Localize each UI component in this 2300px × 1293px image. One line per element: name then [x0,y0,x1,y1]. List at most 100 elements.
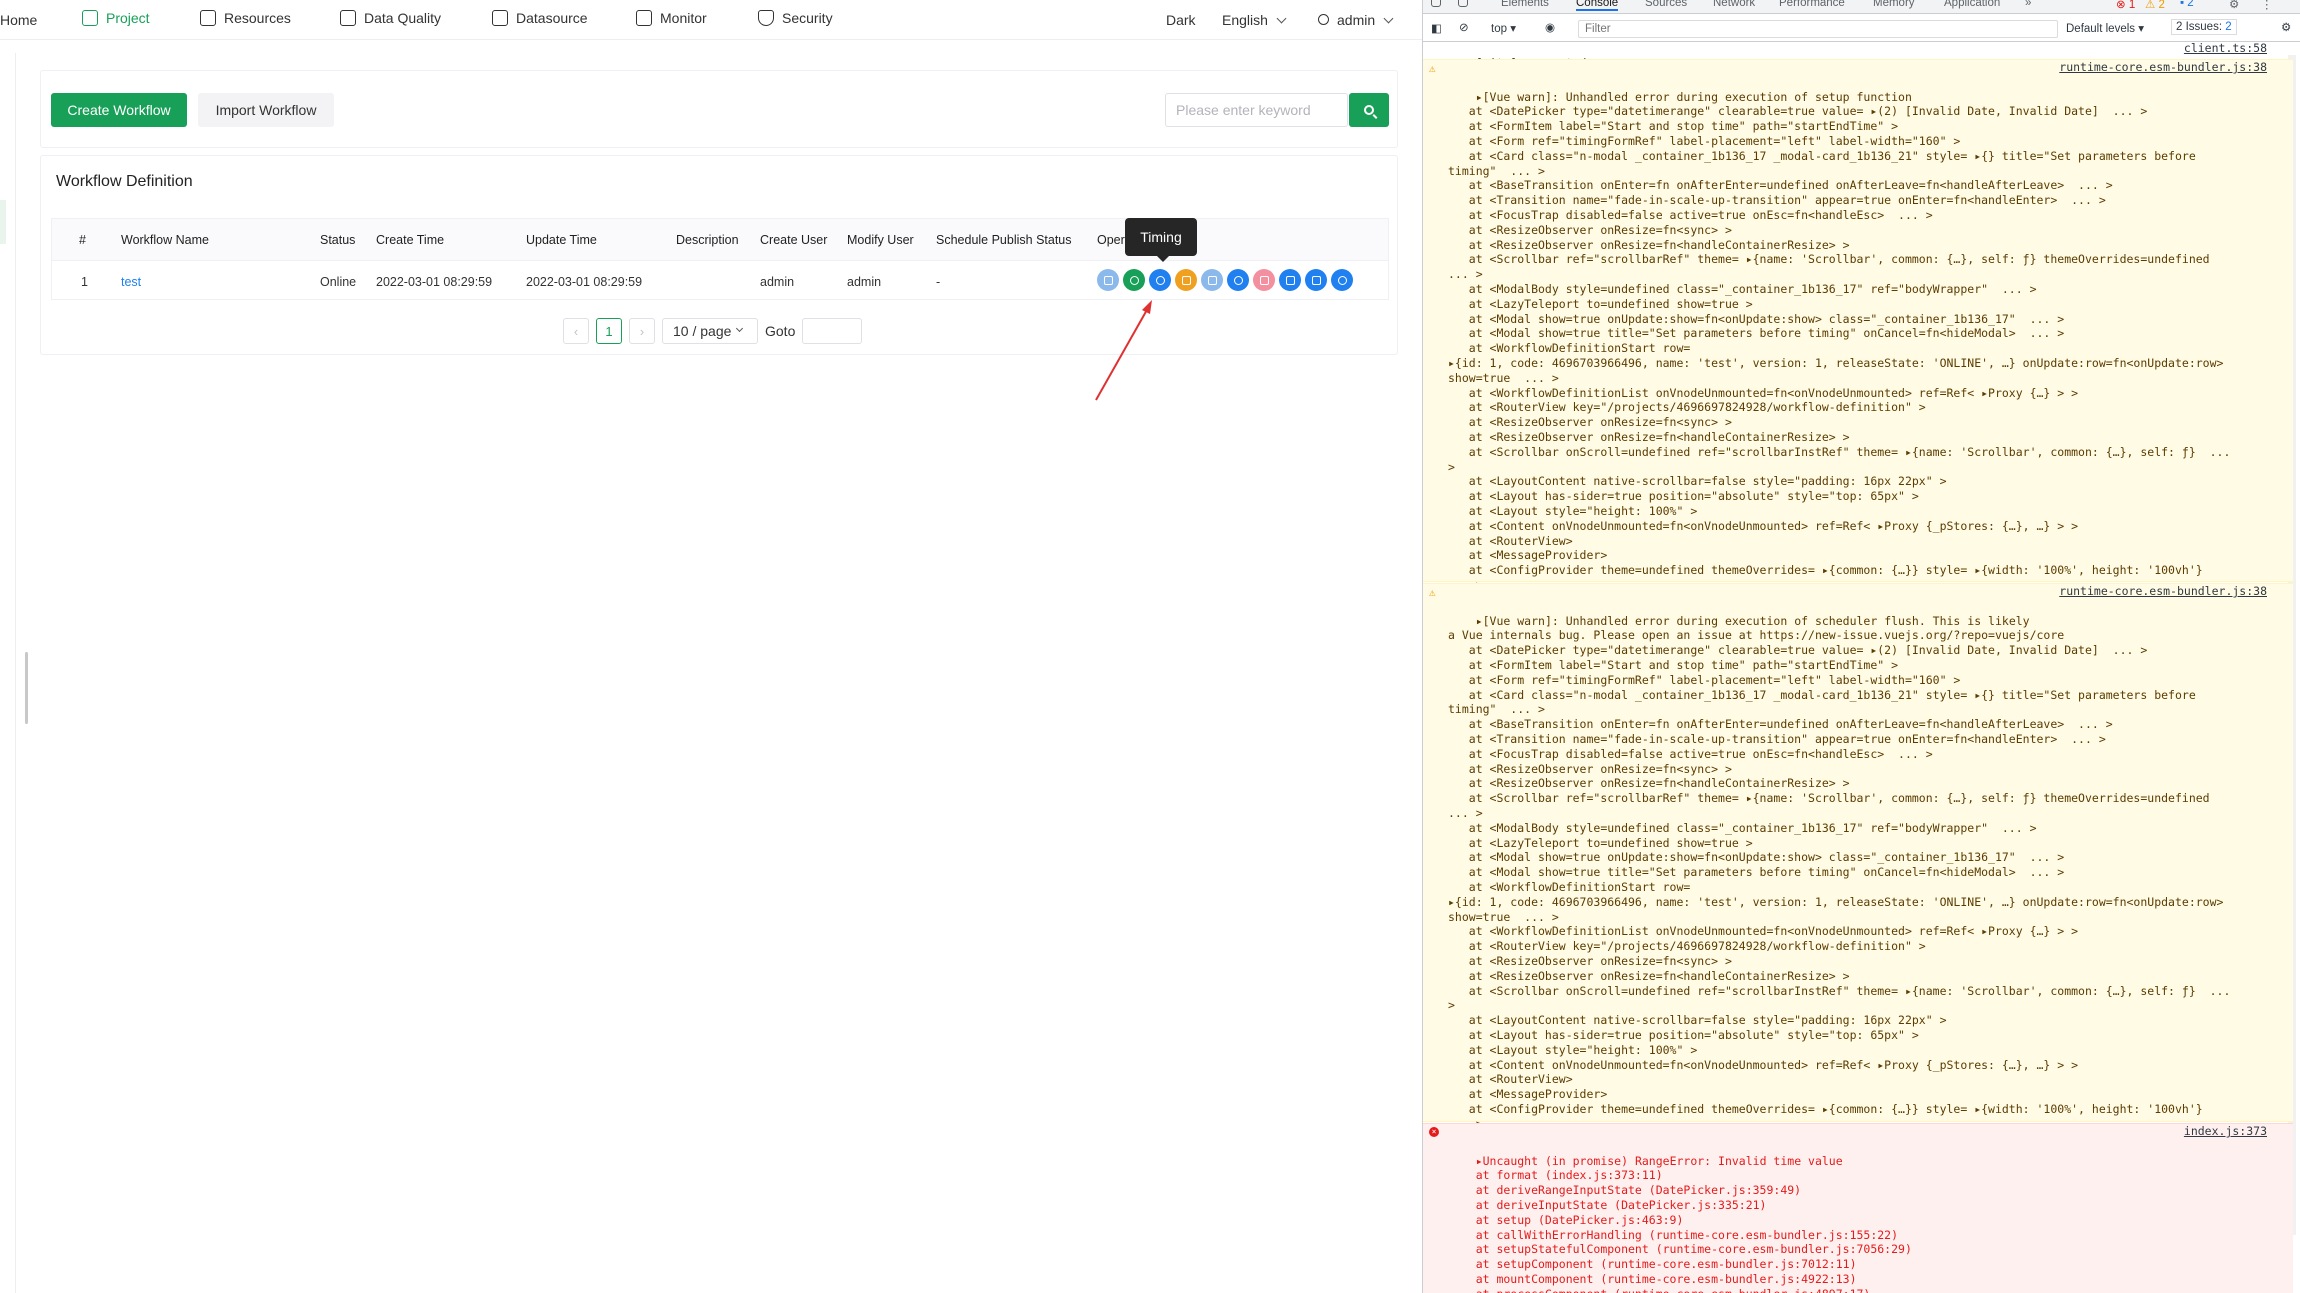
goto-input[interactable] [802,318,863,344]
error-source-link[interactable]: index.js:373 [2184,1124,2267,1139]
folder-icon [200,10,216,26]
info-counter[interactable]: ▪ 2 [2180,0,2194,9]
tab-console[interactable]: Console [1576,0,1619,11]
prev-page-button[interactable]: ‹ [563,318,589,344]
error-text: ▸Uncaught (in promise) RangeError: Inval… [1475,1153,1912,1293]
console-filter-input[interactable] [1578,20,2058,38]
version-button[interactable] [1331,269,1353,291]
user-name: admin [1337,12,1376,28]
database-icon [492,10,508,26]
search-button[interactable] [1349,93,1389,127]
nav-home[interactable]: Home [0,12,37,28]
context-select[interactable]: top ▾ [1491,21,1516,35]
warning-icon: ⚠ [1429,586,1436,599]
nav-security[interactable]: Security [758,10,833,26]
eye-icon[interactable]: ◉ [1545,20,1555,34]
export-button[interactable] [1305,269,1327,291]
chevron-down-icon [1276,13,1287,24]
next-page-button[interactable]: › [629,318,655,344]
table-cell: admin [847,275,882,289]
table-cell: - [936,275,941,289]
warning-counter[interactable]: ⚠ 2 [2145,0,2165,11]
more-tabs-icon[interactable]: » [2025,0,2031,9]
tab-performance[interactable]: Performance [1779,0,1845,9]
column-header: Modify User [847,233,914,247]
import-workflow-button[interactable]: Import Workflow [198,93,334,127]
log-levels-label: Default levels [2066,23,2136,35]
column-header: Status [320,233,356,247]
tree-view-button[interactable] [1279,269,1301,291]
clear-console-icon[interactable]: ⊘ [1459,20,1469,34]
export-icon [1311,275,1321,285]
clock-icon [1233,275,1243,285]
inspect-icon[interactable] [1431,0,1441,7]
app-window: Home Project Resources Data Quality Data… [0,0,1422,1293]
theme-toggle[interactable]: Dark [1166,12,1196,28]
top-navigation: Home Project Resources Data Quality Data… [0,0,1422,40]
download-button[interactable] [1175,269,1197,291]
search-input[interactable] [1165,93,1348,127]
tab-memory[interactable]: Memory [1873,0,1915,9]
settings-icon[interactable]: ⚙ [2229,0,2239,11]
column-header: Create User [760,233,828,247]
search-icon [1364,105,1374,115]
sidebar-scrollbar[interactable] [25,652,28,724]
table-cell: 2022-03-01 08:29:59 [376,275,493,289]
warning-text: ▸[Vue warn]: Unhandled error during exec… [1448,89,2231,607]
warning-icon: ⚠ [1429,62,1436,75]
nav-monitor[interactable]: Monitor [636,10,707,26]
delete-button[interactable] [1253,269,1275,291]
copy-button[interactable] [1201,269,1223,291]
play-icon [1129,275,1139,285]
chevron-down-icon [1383,13,1394,24]
edit-button[interactable] [1097,269,1119,291]
console-warning: ⚠ ▸[Vue warn]: Unhandled error during ex… [1423,59,2293,607]
sidebar-toggle-icon[interactable]: ◧ [1431,21,1442,35]
warning-source-link[interactable]: runtime-core.esm-bundler.js:38 [2059,584,2267,599]
more-options-icon[interactable]: ⋮ [2261,0,2273,11]
language-select[interactable]: English [1222,12,1287,28]
card-title: Workflow Definition [56,173,193,190]
sidebar-active-marker [0,200,6,244]
nav-datasource[interactable]: Datasource [492,10,588,26]
page-size-select[interactable]: 10 / page [662,318,758,344]
error-counter[interactable]: ⊗ 1 [2116,0,2135,11]
error-count: 1 [2128,0,2136,11]
tree-icon [1285,275,1295,285]
nav-data-quality[interactable]: Data Quality [340,10,441,26]
log-source-link[interactable]: client.ts:58 [2184,41,2267,56]
nav-project[interactable]: Project [82,10,150,26]
language-label: English [1222,12,1268,28]
column-header: Workflow Name [121,233,209,247]
schedule-button[interactable] [1227,269,1249,291]
nav-project-label: Project [106,10,150,26]
column-header: Schedule Publish Status [936,233,1072,247]
table-cell: Online [320,275,357,289]
shield-icon [758,10,774,26]
issues-button[interactable]: 2 Issues: 2 [2171,19,2237,35]
page-number[interactable]: 1 [596,318,622,344]
console-settings-icon[interactable]: ⚙ [2281,20,2291,34]
tab-network[interactable]: Network [1713,0,1755,9]
tab-application[interactable]: Application [1944,0,2000,9]
warning-source-link[interactable]: runtime-core.esm-bundler.js:38 [2059,60,2267,75]
workflow-name-link[interactable]: test [121,275,141,289]
sidebar-divider [15,53,16,1293]
create-workflow-button[interactable]: Create Workflow [51,93,187,127]
timing-button[interactable] [1149,269,1171,291]
page-size-label: 10 / page [673,323,732,339]
log-levels-select[interactable]: Default levels ▾ [2066,21,2144,35]
pagination: ‹ 1 › 10 / page Goto [563,318,863,344]
user-menu[interactable]: admin [1318,12,1394,28]
column-header: Oper [1097,233,1125,247]
console-toolbar: ◧ ⊘ top ▾ ◉ Default levels ▾ 2 Issues: 2… [1423,15,2300,42]
tab-sources[interactable]: Sources [1645,0,1687,9]
nav-resources[interactable]: Resources [200,10,291,26]
tab-elements[interactable]: Elements [1501,0,1549,9]
red-annotation-arrow [1095,300,1152,401]
goto-label: Goto [765,323,796,339]
device-icon[interactable] [1458,0,1468,7]
start-button[interactable] [1123,269,1145,291]
project-icon [82,10,98,26]
table-cell: 1 [81,275,88,289]
